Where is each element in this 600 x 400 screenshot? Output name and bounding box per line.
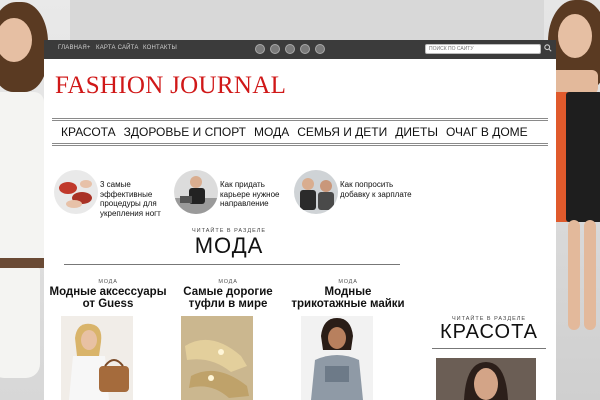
promo-thumb-nails	[54, 170, 98, 214]
page-container: ГЛАВНАЯ+ КАРТА САЙТА КОНТАКТЫ FASHION JO…	[44, 40, 556, 400]
card-title[interactable]: Модные аксессуары от Guess	[46, 286, 170, 310]
card-image-shoes[interactable]	[181, 316, 253, 400]
sidebar-section-title[interactable]: КРАСОТА	[426, 321, 552, 344]
card-title[interactable]: Самые дорогие туфли в мире	[166, 286, 290, 310]
nav-item-fashion[interactable]: МОДА	[254, 125, 289, 139]
promo-title: Как придать карьере нужное направление	[220, 180, 280, 208]
social-icon-1[interactable]	[255, 44, 265, 54]
card-title[interactable]: Модные трикотажные майки	[286, 286, 410, 310]
nav-item-beauty[interactable]: КРАСОТА	[61, 125, 116, 139]
promo-title: Как попросить добавку к зарплате	[340, 180, 412, 199]
nav-item-family[interactable]: СЕМЬЯ И ДЕТИ	[297, 125, 387, 139]
toplink-sitemap[interactable]: КАРТА САЙТА	[96, 45, 139, 51]
sidebar-divider	[432, 348, 546, 349]
nav-item-home[interactable]: ОЧАГ В ДОМЕ	[446, 125, 528, 139]
card-kicker: МОДА	[338, 279, 358, 285]
section-title[interactable]: МОДА	[166, 233, 292, 259]
social-icon-2[interactable]	[270, 44, 280, 54]
toplink-contacts[interactable]: КОНТАКТЫ	[143, 45, 177, 51]
site-logo[interactable]: FASHION JOURNAL	[55, 72, 286, 100]
sidebar-image-beauty[interactable]	[436, 358, 536, 400]
card-image-tshirts[interactable]	[301, 316, 373, 400]
social-icon-4[interactable]	[300, 44, 310, 54]
card-kicker: МОДА	[218, 279, 238, 285]
social-icon-3[interactable]	[285, 44, 295, 54]
toplink-home[interactable]: ГЛАВНАЯ+	[58, 45, 91, 51]
promo-thumb-salary	[294, 170, 338, 214]
top-bar: ГЛАВНАЯ+ КАРТА САЙТА КОНТАКТЫ	[44, 40, 556, 59]
main-nav: КРАСОТА ЗДОРОВЬЕ И СПОРТ МОДА СЕМЬЯ И ДЕ…	[52, 118, 548, 146]
promo-title: 3 самые эффективные процедуры для укрепл…	[100, 180, 161, 218]
promo-thumb-career	[174, 170, 218, 214]
section-divider	[64, 264, 400, 265]
nav-item-health[interactable]: ЗДОРОВЬЕ И СПОРТ	[124, 125, 246, 139]
card-kicker: МОДА	[98, 279, 118, 285]
search-input[interactable]	[425, 44, 541, 54]
social-icon-5[interactable]	[315, 44, 325, 54]
nav-item-diets[interactable]: ДИЕТЫ	[395, 125, 438, 139]
search-icon[interactable]	[544, 44, 552, 52]
card-image-accessories[interactable]	[61, 316, 133, 400]
